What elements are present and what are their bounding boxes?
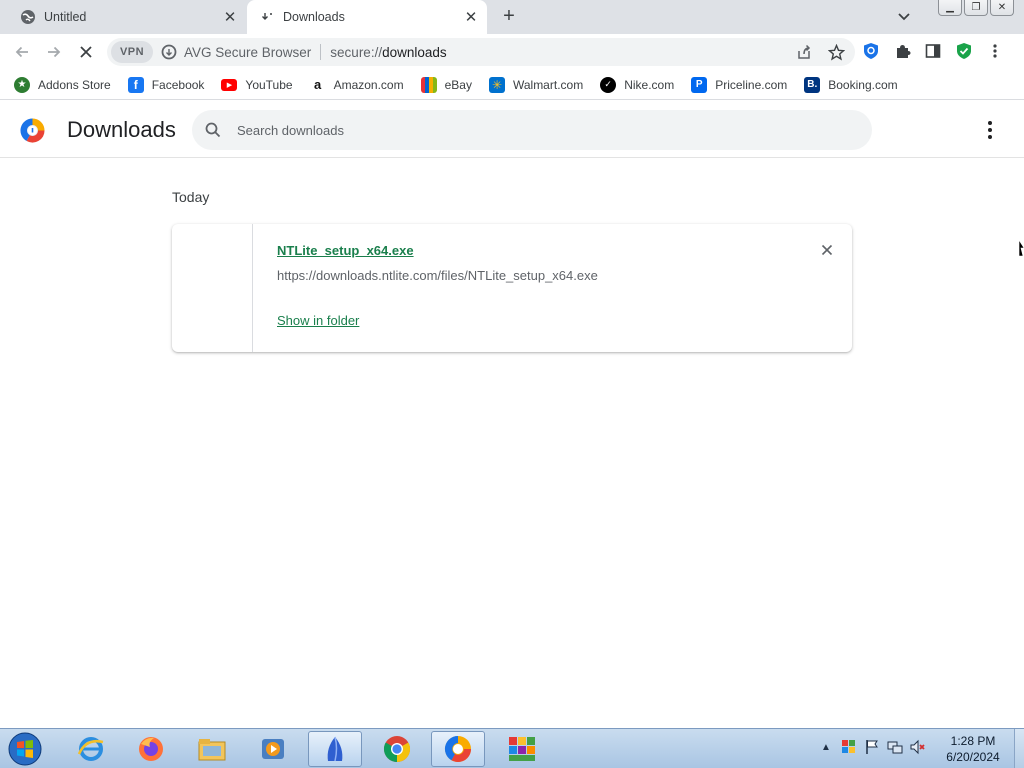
bookmark-walmart[interactable]: ✳ Walmart.com <box>488 76 584 93</box>
downloads-header: Downloads <box>0 101 1024 158</box>
priceline-icon: P <box>691 76 708 93</box>
tab-strip: Untitled ✕ Downloads ✕ + ▁ ❐ ✕ <box>0 0 1024 34</box>
side-panel-icon[interactable] <box>924 42 942 60</box>
start-button[interactable] <box>4 731 46 767</box>
browser-toolbar: VPN AVG Secure Browser secure://download… <box>0 34 1024 70</box>
nike-icon: ✓ <box>600 76 617 93</box>
windows-taskbar: ▲ 1:28 PM 6/20/2024 <box>0 728 1024 768</box>
tab-downloads[interactable]: Downloads ✕ <box>247 0 487 34</box>
avg-antivirus-icon[interactable] <box>495 731 549 767</box>
bookmark-label: Addons Store <box>38 77 111 92</box>
browser-menu-icon[interactable] <box>986 42 1004 60</box>
avg-browser-icon[interactable] <box>431 731 485 767</box>
tab-title: Downloads <box>283 10 345 24</box>
bookmark-label: Priceline.com <box>715 77 788 92</box>
bookmark-facebook[interactable]: f Facebook <box>127 76 205 93</box>
chrome-icon[interactable] <box>370 731 424 767</box>
bookmark-label: Amazon.com <box>333 77 404 92</box>
avg-browser-logo-icon <box>19 117 46 144</box>
amazon-icon: a <box>309 76 326 93</box>
window-controls: ▁ ❐ ✕ <box>938 0 1014 18</box>
tray-app-icon[interactable] <box>841 739 857 755</box>
new-tab-button[interactable]: + <box>497 6 521 28</box>
downloads-tab-icon <box>259 9 275 25</box>
bookmark-label: YouTube <box>245 77 293 92</box>
volume-muted-icon[interactable] <box>910 739 926 755</box>
bookmark-label: Facebook <box>151 77 205 92</box>
bookmark-nike[interactable]: ✓ Nike.com <box>600 76 675 93</box>
bookmark-youtube[interactable]: ▶ YouTube <box>221 77 293 92</box>
network-icon[interactable] <box>887 739 903 755</box>
security-extension-icon[interactable] <box>955 42 973 60</box>
bookmark-label: Booking.com <box>828 77 898 92</box>
minimize-button[interactable]: ▁ <box>938 0 962 16</box>
firefox-icon[interactable] <box>124 731 178 767</box>
avg-shield-icon <box>161 44 177 60</box>
tab-untitled[interactable]: Untitled ✕ <box>8 0 246 34</box>
taskbar-clock[interactable]: 1:28 PM 6/20/2024 <box>940 733 1006 765</box>
walmart-icon: ✳ <box>488 76 505 93</box>
bookmark-label: Walmart.com <box>512 77 584 92</box>
forward-button[interactable] <box>42 40 66 64</box>
bookmark-amazon[interactable]: a Amazon.com <box>309 76 404 93</box>
bookmark-addons-store[interactable]: ★ Addons Store <box>14 76 111 93</box>
remove-download-icon[interactable] <box>818 241 836 259</box>
privacy-shield-extension-icon[interactable] <box>862 42 880 60</box>
clock-time: 1:28 PM <box>950 734 996 748</box>
bookmark-label: eBay <box>444 77 472 92</box>
clock-date: 6/20/2024 <box>946 750 1000 764</box>
page-title: Downloads <box>67 117 176 142</box>
stop-loading-button[interactable] <box>74 40 98 64</box>
show-in-folder-link[interactable]: Show in folder <box>277 313 359 328</box>
vpn-button[interactable]: VPN <box>111 41 153 63</box>
search-icon[interactable] <box>204 121 222 139</box>
tab-search-chevron-icon[interactable] <box>894 8 914 26</box>
system-tray: ▲ <box>818 739 926 755</box>
tab-title: Untitled <box>44 10 87 24</box>
booking-icon: B. <box>804 76 821 93</box>
url-text[interactable]: secure://downloads <box>330 45 446 60</box>
media-player-icon[interactable] <box>246 731 300 767</box>
globe-icon <box>20 9 36 25</box>
close-tab-icon[interactable]: ✕ <box>461 7 481 27</box>
search-downloads-input[interactable] <box>237 122 837 138</box>
url-path: downloads <box>382 44 447 60</box>
file-icon-column <box>172 224 253 352</box>
url-scheme: secure:// <box>330 44 383 60</box>
action-center-flag-icon[interactable] <box>864 739 880 755</box>
app-blue-icon[interactable] <box>308 731 362 767</box>
download-source-url: https://downloads.ntlite.com/files/NTLit… <box>277 268 598 283</box>
share-icon[interactable] <box>795 43 813 61</box>
search-downloads-bar[interactable] <box>192 110 872 150</box>
internet-explorer-icon[interactable] <box>64 731 118 767</box>
download-file-name-link[interactable]: NTLite_setup_x64.exe <box>277 243 414 258</box>
omnibox-divider <box>320 44 322 60</box>
back-button[interactable] <box>10 40 34 64</box>
bookmark-label: Nike.com <box>624 77 675 92</box>
close-tab-icon[interactable]: ✕ <box>220 7 240 27</box>
address-bar[interactable]: VPN AVG Secure Browser secure://download… <box>107 38 855 66</box>
more-actions-icon[interactable] <box>980 119 1000 141</box>
addons-store-icon: ★ <box>14 76 30 93</box>
date-section-header: Today <box>172 189 210 205</box>
bookmarks-bar: ★ Addons Store f Facebook ▶ YouTube a Am… <box>0 70 1024 100</box>
file-explorer-icon[interactable] <box>185 731 239 767</box>
extensions-puzzle-icon[interactable] <box>893 42 911 60</box>
show-hidden-icons-arrow-icon[interactable]: ▲ <box>818 739 834 755</box>
browser-brand-label: AVG Secure Browser <box>184 44 312 60</box>
ebay-icon <box>420 76 437 93</box>
bookmark-ebay[interactable]: eBay <box>420 76 472 93</box>
bookmark-booking[interactable]: B. Booking.com <box>804 76 898 93</box>
close-window-button[interactable]: ✕ <box>990 0 1014 16</box>
bookmark-priceline[interactable]: P Priceline.com <box>691 76 788 93</box>
youtube-icon: ▶ <box>221 78 238 91</box>
restore-button[interactable]: ❐ <box>964 0 988 16</box>
download-item-card: NTLite_setup_x64.exe https://downloads.n… <box>172 224 852 352</box>
show-desktop-button[interactable] <box>1014 729 1024 768</box>
facebook-icon: f <box>127 76 144 93</box>
mouse-cursor-icon <box>1018 238 1024 258</box>
bookmark-star-icon[interactable] <box>827 43 845 61</box>
